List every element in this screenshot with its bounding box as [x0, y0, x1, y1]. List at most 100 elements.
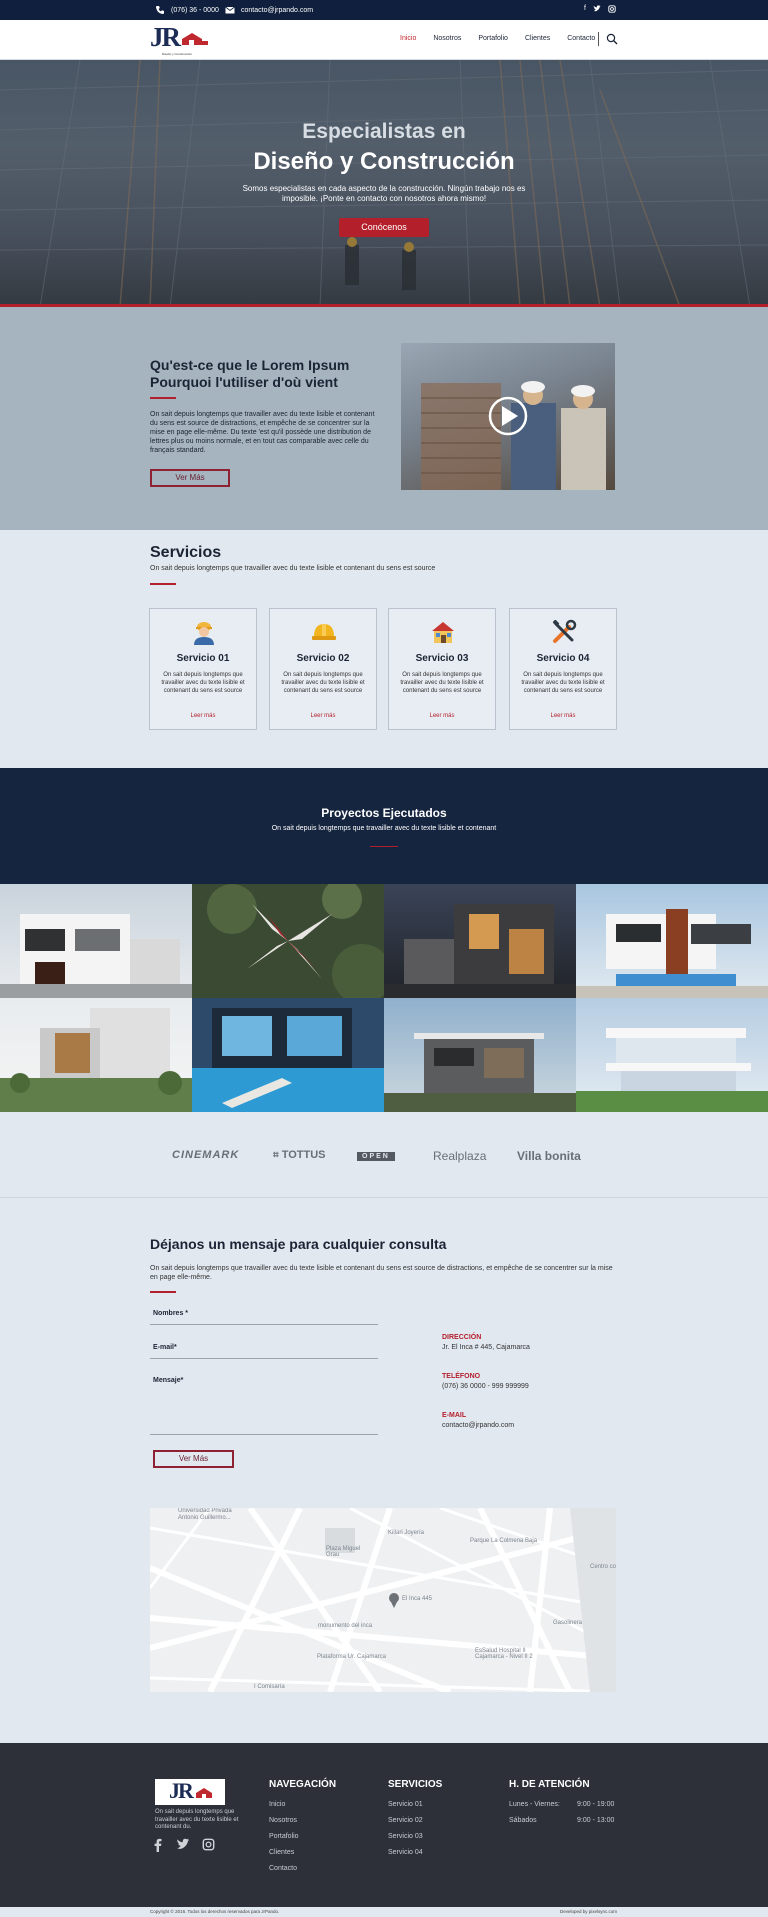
contact-rule — [150, 1291, 176, 1293]
projects-section: Proyectos Ejecutados On sait depuis long… — [0, 768, 768, 884]
about-title: Qu'est-ce que le Lorem Ipsum Pourquoi l'… — [150, 357, 350, 390]
footer-service-2[interactable]: Servicio 02 — [388, 1817, 423, 1824]
nav-nosotros[interactable]: Nosotros — [433, 35, 461, 42]
mail-icon — [225, 6, 235, 14]
footer-nav-clientes[interactable]: Clientes — [269, 1849, 294, 1856]
location-map[interactable]: Universidad Privada Antonio Guillermo...… — [150, 1508, 616, 1692]
main-nav: Inicio Nosotros Portafolio Clientes Cont… — [400, 35, 595, 42]
footer-hours-title: H. DE ATENCIÓN — [509, 1779, 590, 1790]
facebook-icon[interactable] — [152, 1838, 164, 1852]
name-field[interactable] — [150, 1324, 378, 1325]
twitter-icon[interactable] — [593, 5, 601, 13]
footer-hours-time-1: 9:00 - 19:00 — [577, 1801, 615, 1808]
footer-nav-title: NAVEGACIÓN — [269, 1779, 337, 1790]
service-title-1: Servicio 01 — [176, 653, 230, 664]
service-text-4: On sait depuis longtemps que travailler … — [521, 672, 605, 694]
footer-service-3[interactable]: Servicio 03 — [388, 1833, 423, 1840]
nav-contacto[interactable]: Contacto — [567, 35, 595, 42]
message-field-label: Mensaje* — [153, 1377, 184, 1384]
footer-social — [152, 1838, 215, 1852]
service-card-1[interactable]: Servicio 01 On sait depuis longtemps que… — [149, 608, 257, 730]
about-more-button[interactable]: Ver Más — [150, 469, 230, 487]
footer-logo[interactable]: JR — [155, 1778, 225, 1805]
footer-nav-inicio[interactable]: Inicio — [269, 1801, 285, 1808]
project-image-5[interactable] — [0, 998, 192, 1112]
about-section: Qu'est-ce que le Lorem Ipsum Pourquoi l'… — [0, 307, 768, 530]
search-icon[interactable] — [606, 33, 618, 45]
twitter-icon[interactable] — [176, 1838, 190, 1852]
tools-icon — [552, 619, 577, 643]
footer-logo-text: JR — [169, 1778, 194, 1803]
services-rule — [150, 583, 176, 585]
top-phone-text: (076) 36 - 0000 — [171, 6, 219, 14]
email-value[interactable]: contacto@jrpando.com — [442, 1422, 514, 1429]
site-logo[interactable]: JR Diseño y Construcción — [150, 22, 212, 56]
hero-cta-button[interactable]: Conócenos — [339, 218, 429, 237]
contact-intro: On sait depuis longtemps que travailler … — [150, 1265, 613, 1281]
project-gallery — [0, 884, 768, 1113]
map-label-11: I Comisaría — [254, 1684, 285, 1690]
nav-clientes[interactable]: Clientes — [525, 35, 550, 42]
instagram-icon[interactable] — [202, 1838, 215, 1851]
logo-text: JR — [150, 22, 181, 52]
service-card-3[interactable]: Servicio 03 On sait depuis longtemps que… — [388, 608, 496, 730]
service-card-4[interactable]: Servicio 04 On sait depuis longtemps que… — [509, 608, 617, 730]
top-email-text: contacto@jrpando.com — [241, 6, 314, 14]
brand-logo-2: ⌗ TOTTUS — [273, 1149, 326, 1161]
service-link-4[interactable]: Leer más — [510, 713, 616, 719]
about-video[interactable] — [401, 343, 615, 490]
phone-icon — [156, 6, 164, 14]
map-label-1: Universidad Privada Antonio Guillermo... — [178, 1508, 232, 1521]
service-card-2[interactable]: Servicio 02 On sait depuis longtemps que… — [269, 608, 377, 730]
service-title-4: Servicio 04 — [536, 653, 590, 664]
project-image-3[interactable] — [384, 884, 576, 998]
contact-submit-button[interactable]: Ver Más — [153, 1450, 234, 1468]
map-label-5: Centro co — [590, 1564, 616, 1570]
footer-nav-nosotros[interactable]: Nosotros — [269, 1817, 297, 1824]
copyright-text: Copyright © 2016. Todos los derechos res… — [150, 1909, 280, 1914]
map-roads — [150, 1508, 616, 1692]
projects-title: Proyectos Ejecutados — [321, 806, 447, 820]
top-phone[interactable]: (076) 36 - 0000 — [155, 5, 219, 15]
clients-logos: CINEMARK ⌗ TOTTUS OPEN Realplaza Villa b… — [0, 1113, 768, 1198]
footer-service-1[interactable]: Servicio 01 — [388, 1801, 423, 1808]
project-image-4[interactable] — [576, 884, 768, 998]
brand-logo-5: Villa bonita — [517, 1149, 581, 1163]
contact-title: Déjanos un mensaje para cualquier consul… — [150, 1236, 447, 1252]
email-field-label: E-mail* — [153, 1344, 177, 1351]
phone-value: (076) 36 0000 - 999 999999 — [442, 1383, 529, 1390]
footer-nav-portafolio[interactable]: Portafolio — [269, 1833, 299, 1840]
instagram-icon[interactable] — [608, 5, 616, 13]
site-header: JR Diseño y Construcción Inicio Nosotros… — [0, 20, 768, 60]
footer-nav-contacto[interactable]: Contacto — [269, 1865, 297, 1872]
address-label: DIRECCIÓN — [442, 1334, 482, 1341]
footer-services-title: SERVICIOS — [388, 1779, 443, 1790]
services-title: Servicios — [150, 544, 222, 561]
footer-service-4[interactable]: Servicio 04 — [388, 1849, 423, 1856]
nav-inicio[interactable]: Inicio — [400, 35, 416, 42]
helmet-icon — [312, 624, 336, 640]
project-image-7[interactable] — [384, 998, 576, 1112]
map-label-10: Plataforma Ur. Cajamarca — [317, 1654, 387, 1660]
worker-icon — [194, 622, 214, 645]
facebook-icon[interactable]: f — [584, 5, 586, 13]
service-link-1[interactable]: Leer más — [150, 713, 256, 719]
hero-banner: Especialistas en Diseño y Construcción S… — [0, 60, 768, 307]
project-image-6[interactable] — [192, 998, 384, 1112]
service-text-3: On sait depuis longtemps que travailler … — [400, 672, 484, 694]
email-field[interactable] — [150, 1358, 378, 1359]
address-value: Jr. El Inca # 445, Cajamarca — [442, 1344, 530, 1351]
top-email[interactable]: contacto@jrpando.com — [225, 5, 313, 15]
service-link-3[interactable]: Leer más — [389, 713, 495, 719]
map-label-4: Plaza Miguel Grau — [326, 1546, 361, 1558]
nav-portafolio[interactable]: Portafolio — [478, 35, 508, 42]
project-image-2[interactable] — [192, 884, 384, 998]
brand-logo-4: Realplaza — [433, 1149, 487, 1163]
project-image-1[interactable] — [0, 884, 192, 998]
service-title-2: Servicio 02 — [296, 653, 350, 664]
service-link-2[interactable]: Leer más — [270, 713, 376, 719]
developer-credit[interactable]: Developed by pixelsync.com — [560, 1909, 617, 1914]
map-label-7: monumento del inca — [318, 1623, 373, 1629]
project-image-8[interactable] — [576, 998, 768, 1112]
message-field[interactable] — [150, 1434, 378, 1435]
